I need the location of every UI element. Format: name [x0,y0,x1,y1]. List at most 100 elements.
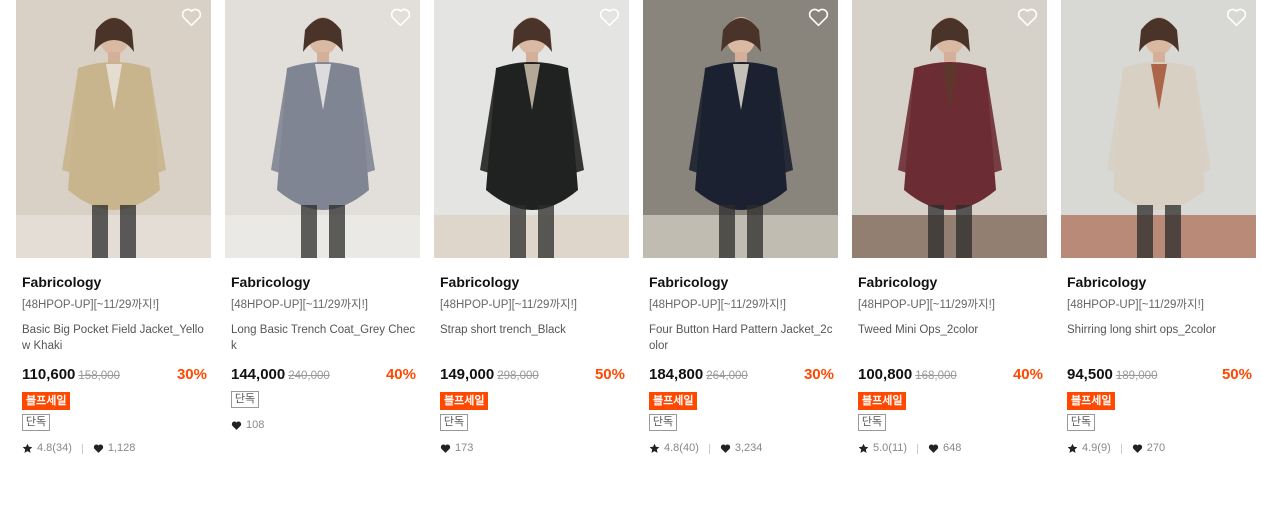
likes: 108 [231,419,264,432]
brand-name[interactable]: Fabricology [649,274,834,290]
original-price: 298,000 [497,370,539,382]
product-card[interactable]: Fabricology [48HPOP-UP][~11/29까지!] Long … [225,0,420,432]
product-stats: 108 [231,419,416,432]
product-stats: 5.0(11) 648 [858,442,1043,455]
product-image[interactable] [225,0,420,258]
stat-divider [917,443,919,454]
product-name[interactable]: Shirring long shirt ops_2color [1067,322,1252,354]
product-card[interactable]: Fabricology [48HPOP-UP][~11/29까지!] Four … [643,0,838,455]
sale-price: 144,000 [231,366,286,383]
sale-badge: 블프세일 [649,392,698,410]
likes-count: 173 [455,442,474,454]
product-card[interactable]: Fabricology [48HPOP-UP][~11/29까지!] Basic… [16,0,211,455]
sale-badge: 블프세일 [22,392,71,410]
heart-filled-icon [720,443,735,454]
rating-value: 5.0(11) [873,442,908,454]
badges: 단독 [231,391,416,408]
sale-price: 94,500 [1067,366,1113,383]
badges: 블프세일 단독 [440,391,625,431]
original-price: 240,000 [288,370,330,382]
brand-name[interactable]: Fabricology [858,274,1043,290]
discount-rate: 30% [176,366,207,383]
heart-filled-icon [440,443,455,454]
heart-filled-icon [928,443,943,454]
promo-text: [48HPOP-UP][~11/29까지!] [1067,299,1204,311]
sale-price: 100,800 [858,366,913,383]
promo-text: [48HPOP-UP][~11/29까지!] [22,299,159,311]
likes-count: 1,128 [107,442,136,454]
product-card[interactable]: Fabricology [48HPOP-UP][~11/29까지!] Shirr… [1061,0,1256,455]
brand-name[interactable]: Fabricology [22,274,207,290]
product-name[interactable]: Four Button Hard Pattern Jacket_2color [649,322,834,354]
star-icon [649,443,664,454]
heart-outline-icon[interactable] [1226,7,1247,27]
product-card[interactable]: Fabricology [48HPOP-UP][~11/29까지!] Strap… [434,0,629,455]
heart-outline-icon[interactable] [181,7,202,27]
brand-name[interactable]: Fabricology [1067,274,1252,290]
product-name[interactable]: Long Basic Trench Coat_Grey Check [231,322,416,354]
likes: 1,128 [93,442,136,455]
price-row: 94,500 189,000 50% [1067,366,1252,384]
original-price: 264,000 [706,370,748,382]
product-card[interactable]: Fabricology [48HPOP-UP][~11/29까지!] Tweed… [852,0,1047,455]
price-row: 110,600 158,000 30% [22,366,207,384]
badges: 블프세일 단독 [858,391,1043,431]
exclusive-badge: 단독 [1067,414,1095,431]
heart-outline-icon[interactable] [390,7,411,27]
brand-name[interactable]: Fabricology [440,274,625,290]
sale-price: 110,600 [22,366,76,383]
likes-count: 270 [1146,442,1166,454]
exclusive-badge: 단독 [231,391,259,408]
stat-divider [1120,443,1122,454]
rating-value: 4.8(34) [37,442,72,454]
price-row: 149,000 298,000 50% [440,366,625,384]
rating-value: 4.9(9) [1082,442,1111,454]
rating: 4.8(34) [22,442,72,455]
product-name[interactable]: Tweed Mini Ops_2color [858,322,1043,354]
promo-text: [48HPOP-UP][~11/29까지!] [649,299,786,311]
product-image[interactable] [643,0,838,258]
likes-count: 648 [943,442,962,454]
stat-divider [81,443,83,454]
likes: 648 [928,442,961,455]
product-stats: 4.8(40) 3,234 [649,442,834,455]
rating: 4.9(9) [1067,442,1111,455]
promo-text: [48HPOP-UP][~11/29까지!] [858,299,995,311]
badges: 블프세일 단독 [1067,391,1252,431]
product-stats: 173 [440,442,625,455]
promo-text: [48HPOP-UP][~11/29까지!] [440,299,577,311]
product-image[interactable] [16,0,211,258]
discount-rate: 30% [803,366,834,383]
original-price: 168,000 [915,370,957,382]
price-row: 144,000 240,000 40% [231,366,416,384]
likes: 173 [440,442,473,455]
heart-outline-icon[interactable] [808,7,829,27]
stat-divider [708,443,710,454]
exclusive-badge: 단독 [858,414,886,431]
likes-count: 108 [246,419,265,431]
rating-value: 4.8(40) [664,442,699,454]
heart-filled-icon [231,420,246,431]
discount-rate: 50% [594,366,625,383]
discount-rate: 40% [1012,366,1043,383]
heart-outline-icon[interactable] [599,7,620,27]
exclusive-badge: 단독 [440,414,468,431]
promo-text: [48HPOP-UP][~11/29까지!] [231,299,368,311]
original-price: 189,000 [1115,370,1158,382]
discount-rate: 40% [385,366,416,383]
brand-name[interactable]: Fabricology [231,274,416,290]
product-image[interactable] [434,0,629,258]
product-image[interactable] [852,0,1047,258]
product-name[interactable]: Strap short trench_Black [440,322,625,354]
sale-price: 149,000 [440,366,495,383]
heart-filled-icon [93,443,108,454]
star-icon [858,443,873,454]
product-name[interactable]: Basic Big Pocket Field Jacket_Yellow Kha… [22,322,207,354]
heart-outline-icon[interactable] [1017,7,1038,27]
price-row: 184,800 264,000 30% [649,366,834,384]
sale-badge: 블프세일 [440,392,489,410]
product-image[interactable] [1061,0,1256,258]
exclusive-badge: 단독 [22,414,50,431]
discount-rate: 50% [1221,366,1252,383]
sale-badge: 블프세일 [1067,392,1116,410]
